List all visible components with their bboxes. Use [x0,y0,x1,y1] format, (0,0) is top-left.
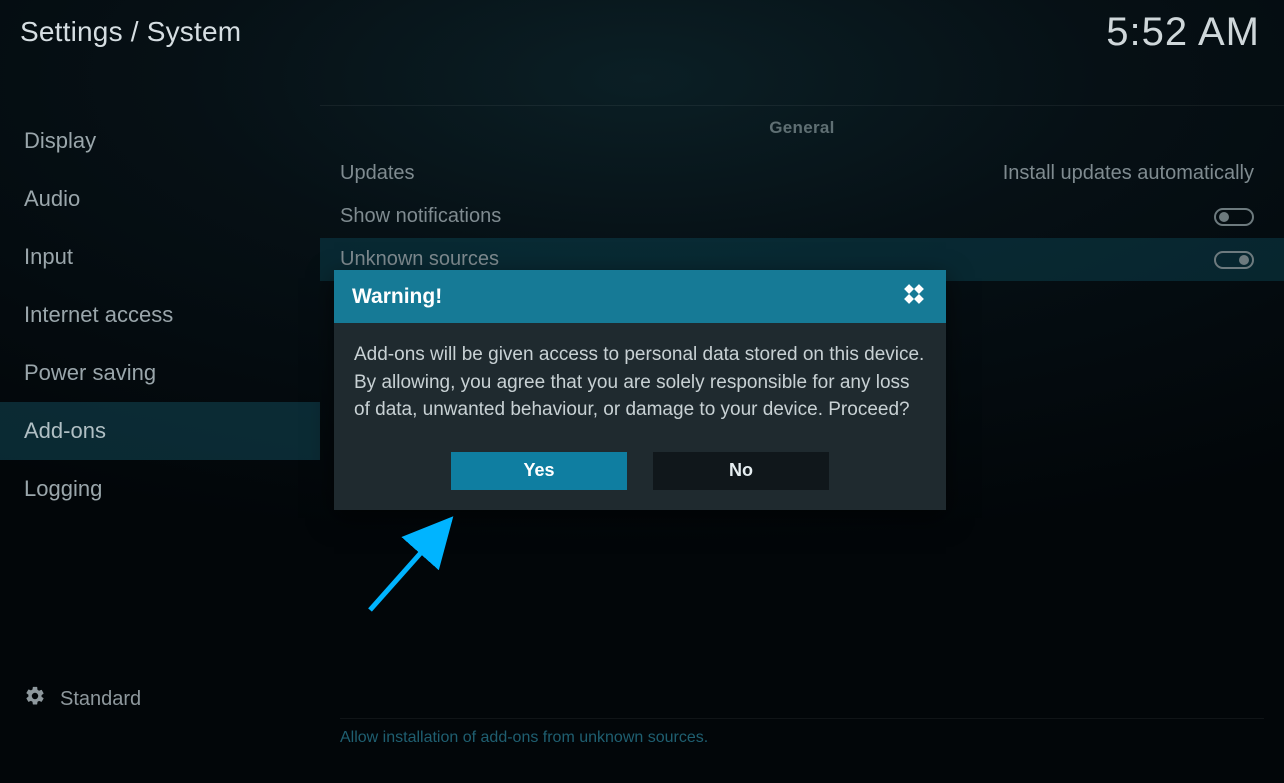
sidebar-item-internet-access[interactable]: Internet access [0,286,320,344]
toggle-unknown-sources[interactable] [1214,251,1254,269]
settings-sidebar: Display Audio Input Internet access Powe… [0,112,320,518]
setting-label: Unknown sources [340,248,499,271]
setting-row-updates[interactable]: Updates Install updates automatically [320,152,1284,195]
gear-icon [24,685,46,713]
dialog-title: Warning! [352,285,442,309]
sidebar-item-power-saving[interactable]: Power saving [0,344,320,402]
dialog-buttons: Yes No [334,434,946,510]
no-button[interactable]: No [653,452,829,490]
sidebar-item-display[interactable]: Display [0,112,320,170]
sidebar-item-logging[interactable]: Logging [0,460,320,518]
settings-level-button[interactable]: Standard [24,685,141,713]
setting-value: Install updates automatically [1003,162,1254,185]
sidebar-item-input[interactable]: Input [0,228,320,286]
sidebar-item-audio[interactable]: Audio [0,170,320,228]
setting-row-show-notifications[interactable]: Show notifications [320,195,1284,238]
sidebar-item-add-ons[interactable]: Add-ons [0,402,320,460]
breadcrumb: Settings / System [20,16,241,48]
section-title-general: General [320,106,1284,152]
clock: 5:52 AM [1106,10,1260,55]
dialog-body: Add-ons will be given access to personal… [334,323,946,434]
settings-level-label: Standard [60,688,141,711]
warning-dialog: Warning! Add-ons will be given access to… [334,270,946,510]
dialog-header: Warning! [334,270,946,323]
setting-description: Allow installation of add-ons from unkno… [340,718,1264,747]
setting-label: Show notifications [340,205,501,228]
setting-label: Updates [340,162,415,185]
toggle-show-notifications[interactable] [1214,208,1254,226]
yes-button[interactable]: Yes [451,452,627,490]
kodi-logo-icon [900,280,928,313]
